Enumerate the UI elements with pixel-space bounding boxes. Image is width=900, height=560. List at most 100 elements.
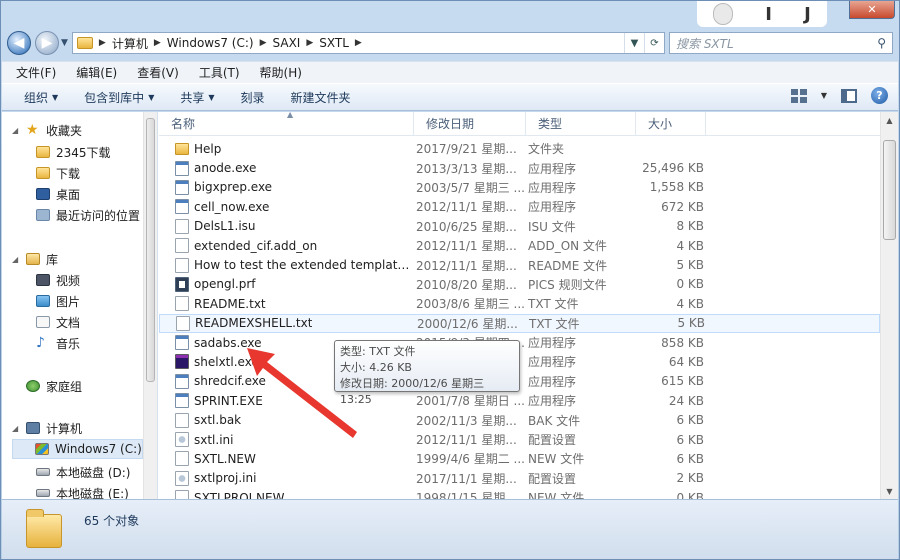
scroll-up-icon[interactable]: ▲ [881,112,898,128]
address-bar[interactable]: ▶ 计算机 ▶ Windows7 (C:) ▶ SAXI ▶ SXTL ▶ ▼ … [71,32,665,54]
nav-item-drive-d[interactable]: 本地磁盘 (D:) [36,462,143,482]
search-icon[interactable]: ⚲ [877,36,886,50]
toolbar-right: ▼ ? [790,87,888,104]
breadcrumb-saxi[interactable]: SAXI [273,36,301,50]
collapse-arrow-icon[interactable]: ◢ [12,255,20,264]
chevron-right-icon[interactable]: ▶ [355,38,362,48]
menu-help[interactable]: 帮助(H) [260,64,302,81]
file-row[interactable]: SXTL.NEW 1999/4/6 星期二 ... NEW 文件 6 KB [159,449,880,468]
organize-button[interactable]: 组织 ▼ [24,89,58,106]
list-scroll-thumb[interactable] [883,140,896,240]
video-icon [36,274,50,286]
forward-button[interactable]: ▶ [35,31,59,55]
nav-favorites[interactable]: ◢ ★ 收藏夹 [12,120,143,140]
column-size[interactable]: 大小 [636,112,706,135]
sort-ascending-icon: ▲ [287,112,294,119]
preview-pane-icon[interactable] [841,88,857,103]
address-dropdown-icon[interactable]: ▼ [624,33,644,53]
file-row[interactable]: DelsL1.isu 2010/6/25 星期... ISU 文件 8 KB [159,217,880,236]
nav-computer[interactable]: ◢ 计算机 [12,418,143,438]
burn-button[interactable]: 刻录 [241,89,265,106]
nav-item-pictures[interactable]: 图片 [36,291,143,311]
nav-item-drive-c[interactable]: Windows7 (C:) [12,439,143,459]
refresh-icon[interactable]: ⟳ [644,33,664,53]
breadcrumb-computer[interactable]: 计算机 [112,35,148,52]
list-scrollbar[interactable]: ▲ ▼ [880,112,898,499]
nav-item-recent[interactable]: 最近访问的位置 [36,205,143,225]
scroll-down-icon[interactable]: ▼ [881,483,898,499]
new-folder-button[interactable]: 新建文件夹 [291,89,351,106]
file-date: 2017/11/1 星期... [416,471,517,486]
file-row[interactable]: bigxprep.exe 2003/5/7 星期三 ... 应用程序 1,558 KB [159,178,880,197]
file-name-cell: Help [159,142,414,156]
nav-item-music[interactable]: ♪ 音乐 [36,333,143,353]
include-in-library-button[interactable]: 包含到库中 ▼ [84,89,154,106]
file-type: TXT 文件 [528,297,579,312]
nav-item-desktop[interactable]: 桌面 [36,184,143,204]
music-icon: ♪ [36,335,45,351]
chevron-down-icon[interactable]: ▼ [821,91,827,100]
file-type: 应用程序 [528,161,577,176]
share-button[interactable]: 共享 ▼ [180,89,214,106]
column-date[interactable]: 修改日期 [414,112,526,135]
nav-scrollbar[interactable] [143,112,157,499]
file-row[interactable]: extended_cif.add_on 2012/11/1 星期... ADD_ON… [159,236,880,255]
document-icon [36,316,50,328]
search-input[interactable]: 搜索 SXTL ⚲ [669,32,893,54]
menu-edit[interactable]: 编辑(E) [76,64,117,81]
nav-homegroup[interactable]: 家庭组 [26,376,143,396]
nav-item-documents[interactable]: 文档 [36,312,143,332]
file-row[interactable]: README.txt 2003/8/6 星期三 ... TXT 文件 4 KB [159,294,880,313]
file-type: ISU 文件 [528,219,576,234]
chevron-right-icon[interactable]: ▶ [154,38,161,48]
file-size: 6 KB [676,451,704,466]
view-options-icon[interactable] [790,88,807,103]
txt-file-icon [175,490,189,499]
file-date: 2012/11/1 星期... [416,200,517,215]
organize-label: 组织 [24,90,49,105]
breadcrumb-drive-c[interactable]: Windows7 (C:) [167,36,254,50]
chevron-right-icon[interactable]: ▶ [306,38,313,48]
file-date: 1998/1/15 星期... [416,491,517,499]
file-name: SXTLPROJ.NEW [194,490,285,499]
collapse-arrow-icon[interactable]: ◢ [12,424,20,433]
nav-libraries[interactable]: ◢ 库 [12,249,143,269]
file-name-cell: anode.exe [159,160,414,176]
nav-item-2345-download[interactable]: 2345下载 [36,142,143,162]
help-icon[interactable]: ? [871,87,888,104]
menu-tools[interactable]: 工具(T) [199,64,240,81]
nav-item-videos[interactable]: 视频 [36,270,143,290]
nav-scroll-thumb[interactable] [146,118,155,382]
file-row[interactable]: anode.exe 2013/3/13 星期... 应用程序 25,496 KB [159,158,880,177]
file-row[interactable]: cell_now.exe 2012/11/1 星期... 应用程序 672 KB [159,197,880,216]
file-name: extended_cif.add_on [194,238,318,253]
recent-pages-dropdown[interactable]: ▼ [61,38,68,48]
file-row[interactable]: opengl.prf 2010/8/20 星期... PICS 规则文件 0 KB [159,275,880,294]
collapse-arrow-icon[interactable]: ◢ [12,126,20,135]
breadcrumb-sxtl[interactable]: SXTL [319,36,349,50]
chevron-down-icon: ▼ [52,92,59,102]
file-row[interactable]: Help 2017/9/21 星期... 文件夹 [159,139,880,158]
file-type: BAK 文件 [528,413,581,428]
file-name-cell: extended_cif.add_on [159,238,414,254]
file-row[interactable]: sxtlproj.ini 2017/11/1 星期... 配置设置 2 KB [159,469,880,488]
file-rows: Help 2017/9/21 星期... 文件夹 anode.exe 2013/3/13… [159,139,880,499]
nav-label: 家庭组 [46,379,83,394]
column-type[interactable]: 类型 [526,112,636,135]
chevron-right-icon[interactable]: ▶ [260,38,267,48]
file-row[interactable]: SXTLPROJ.NEW 1998/1/15 星期... NEW 文件 0 KB [159,488,880,499]
txt-file-icon [175,218,189,234]
menu-view[interactable]: 查看(V) [137,64,179,81]
close-button[interactable]: ✕ [849,1,895,19]
back-button[interactable]: ◀ [7,31,31,55]
file-type: 应用程序 [528,355,577,370]
file-row[interactable]: READMEXSHELL.txt 2000/12/6 星期... TXT 文件 5 K… [159,313,880,333]
file-name: anode.exe [194,161,257,176]
menu-file[interactable]: 文件(F) [16,64,56,81]
chevron-right-icon[interactable]: ▶ [99,38,106,48]
nav-item-download[interactable]: 下载 [36,163,143,183]
nav-item-drive-e[interactable]: 本地磁盘 (E:) [36,483,143,499]
file-size: 24 KB [668,393,704,408]
nav-label: 视频 [56,273,81,288]
file-row[interactable]: How to test the extended template.re... 2… [159,255,880,274]
